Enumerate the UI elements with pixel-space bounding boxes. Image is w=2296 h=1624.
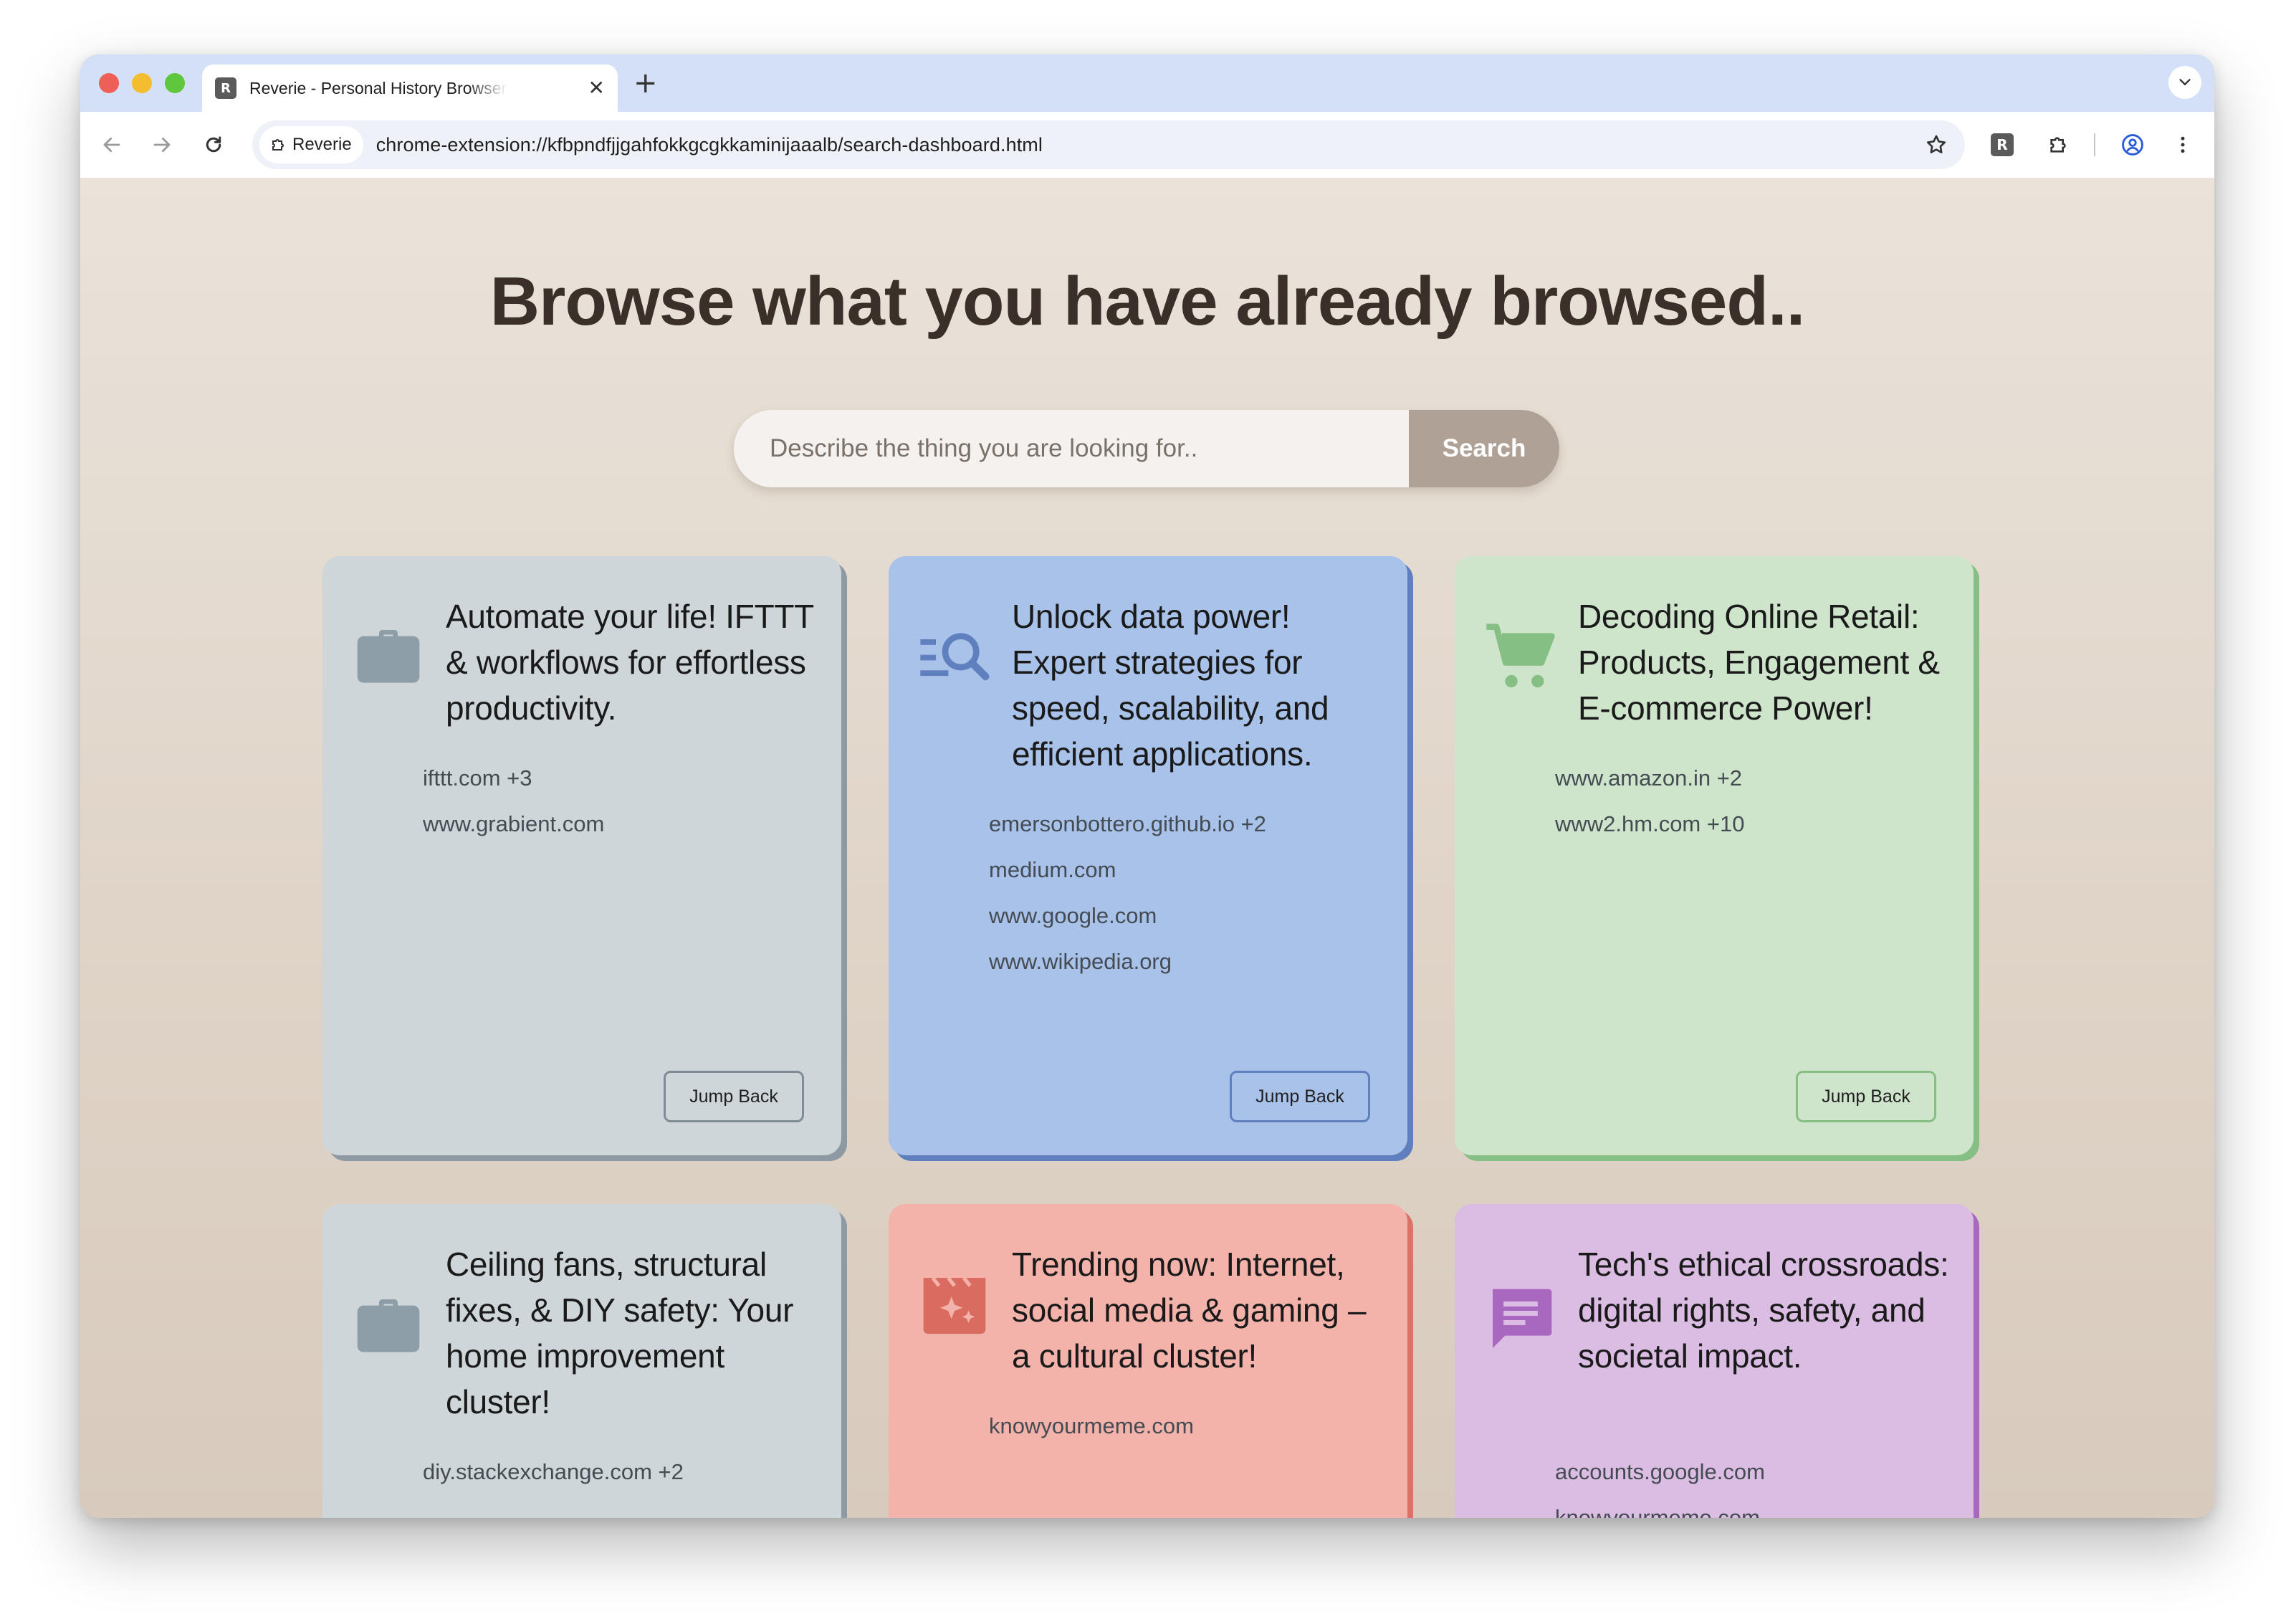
back-button[interactable] xyxy=(96,129,128,161)
profile-button[interactable] xyxy=(2117,129,2148,161)
shopping-cart-icon xyxy=(1486,624,1555,688)
profile-avatar-icon xyxy=(2122,134,2143,156)
search-bar: Search xyxy=(734,410,1559,487)
reverie-extension-icon[interactable]: R xyxy=(1991,133,2014,156)
browser-menu-button[interactable] xyxy=(2167,129,2199,161)
puzzle-piece-icon xyxy=(2050,137,2066,153)
chevron-down-icon xyxy=(2179,79,2191,85)
card-domain-list: knowyourmeme.com xyxy=(989,1403,1194,1449)
domain-item[interactable]: knowyourmeme.com xyxy=(989,1403,1194,1449)
domain-item[interactable]: www2.hm.com +10 xyxy=(1555,801,1744,847)
address-bar[interactable]: Reverie chrome-extension://kfbpndfjjgahf… xyxy=(252,120,1965,169)
card-domain-list: emersonbottero.github.io +2 medium.com w… xyxy=(989,801,1266,985)
close-tab-icon[interactable]: ✕ xyxy=(588,76,605,100)
domain-item[interactable]: www.wikipedia.org xyxy=(989,939,1266,985)
domain-item[interactable]: www.amazon.in +2 xyxy=(1555,755,1744,801)
extensions-button[interactable] xyxy=(2042,129,2074,161)
card-domain-list: www.amazon.in +2 www2.hm.com +10 xyxy=(1555,755,1744,847)
jump-back-button[interactable]: Jump Back xyxy=(1230,1071,1370,1122)
briefcase-icon xyxy=(357,1299,420,1352)
jump-back-button[interactable]: Jump Back xyxy=(1796,1071,1936,1122)
domain-item[interactable]: accounts.google.com xyxy=(1555,1449,1765,1495)
card-title: Automate your life! IFTTT & workflows fo… xyxy=(446,598,814,727)
search-input[interactable] xyxy=(734,410,1409,487)
tab-strip: R Reverie - Personal History Browser ✕ + xyxy=(80,54,2214,112)
tab-reverie[interactable]: R Reverie - Personal History Browser ✕ xyxy=(202,65,618,112)
reload-icon xyxy=(206,136,221,153)
card-domain-list: diy.stackexchange.com +2 xyxy=(423,1449,684,1495)
maximize-window-button[interactable] xyxy=(165,73,185,93)
tab-search-dropdown-button[interactable] xyxy=(2168,66,2201,99)
minimize-window-button[interactable] xyxy=(132,73,152,93)
star-icon xyxy=(1926,135,1946,153)
domain-item[interactable]: knowyourmeme.com xyxy=(1555,1495,1765,1518)
domain-item[interactable]: emersonbottero.github.io +2 xyxy=(989,801,1266,847)
page-headline: Browse what you have already browsed.. xyxy=(489,263,1806,340)
jump-back-button[interactable]: Jump Back xyxy=(664,1071,804,1122)
domain-item[interactable]: www.grabient.com xyxy=(423,801,604,847)
clapperboard-icon xyxy=(923,1276,986,1334)
tab-favicon: R xyxy=(215,77,236,99)
cluster-card: Decoding Online Retail: Products, Engage… xyxy=(1455,556,1974,1155)
tab-title: Reverie - Personal History Browser xyxy=(249,78,507,97)
search-list-icon xyxy=(920,633,990,681)
kebab-menu-icon xyxy=(2181,136,2185,153)
domain-item[interactable]: ifttt.com +3 xyxy=(423,755,604,801)
close-window-button[interactable] xyxy=(99,73,119,93)
arrow-left-icon xyxy=(103,137,120,153)
cluster-card: Automate your life! IFTTT & workflows fo… xyxy=(322,556,841,1155)
arrow-right-icon xyxy=(153,137,171,153)
site-chip-label: Reverie xyxy=(292,135,352,154)
browser-toolbar: Reverie chrome-extension://kfbpndfjjgahf… xyxy=(80,112,2214,178)
briefcase-icon xyxy=(357,630,420,683)
cluster-card: Ceiling fans, structural fixes, & DIY sa… xyxy=(322,1204,841,1518)
cluster-card: Trending now: Internet, social media & g… xyxy=(889,1204,1407,1518)
card-title: Trending now: Internet, social media & g… xyxy=(1012,1246,1367,1375)
domain-item[interactable]: www.google.com xyxy=(989,893,1266,939)
card-title: Decoding Online Retail: Products, Engage… xyxy=(1578,598,1940,727)
domain-item[interactable]: medium.com xyxy=(989,847,1266,893)
search-button[interactable]: Search xyxy=(1409,410,1559,487)
new-tab-button[interactable]: + xyxy=(633,67,658,99)
site-info-chip[interactable]: Reverie xyxy=(259,126,363,163)
toolbar-divider xyxy=(2094,133,2095,156)
bookmark-button[interactable] xyxy=(1920,129,1952,161)
card-title: Ceiling fans, structural fixes, & DIY sa… xyxy=(446,1246,794,1420)
url-text: chrome-extension://kfbpndfjjgahfokkgcgkk… xyxy=(376,133,1043,156)
puzzle-piece-icon xyxy=(272,139,284,151)
cluster-card: Unlock data power! Expert strategies for… xyxy=(889,556,1407,1155)
card-domain-list: accounts.google.com knowyourmeme.com xyxy=(1555,1449,1765,1518)
card-title: Unlock data power! Expert strategies for… xyxy=(1012,598,1329,773)
reload-button[interactable] xyxy=(198,129,229,161)
domain-item[interactable]: diy.stackexchange.com +2 xyxy=(423,1449,684,1495)
chat-message-icon xyxy=(1493,1289,1552,1348)
forward-button[interactable] xyxy=(146,129,178,161)
dashboard-content: Browse what you have already browsed.. S… xyxy=(80,178,2214,1518)
cluster-card: Tech's ethical crossroads: digital right… xyxy=(1455,1204,1974,1518)
browser-window: R Reverie - Personal History Browser ✕ +… xyxy=(80,54,2214,1518)
card-title: Tech's ethical crossroads: digital right… xyxy=(1578,1246,1949,1375)
card-domain-list: ifttt.com +3 www.grabient.com xyxy=(423,755,604,847)
